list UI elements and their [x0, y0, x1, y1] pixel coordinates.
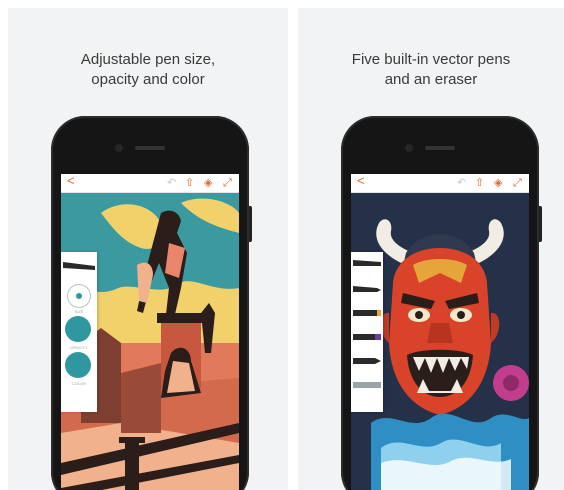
front-camera	[115, 144, 123, 152]
pen-5[interactable]	[353, 358, 381, 364]
pen-1[interactable]	[353, 260, 381, 266]
color-label: COLOR	[71, 381, 87, 386]
back-icon[interactable]: <	[67, 174, 75, 188]
pen-2[interactable]	[353, 286, 381, 292]
front-camera	[405, 144, 413, 152]
color-swatch[interactable]	[65, 352, 91, 378]
share-icon[interactable]: ⇧	[475, 176, 484, 190]
pen-picker-panel	[351, 252, 383, 412]
side-button	[249, 206, 252, 242]
pen-tip-icon	[63, 262, 95, 270]
side-button	[539, 206, 542, 242]
app-toolbar: < ↶ ⇧ ◈ ⤢	[351, 174, 529, 193]
right-caption: Five built-in vector pens and an eraser	[298, 50, 564, 90]
pen-settings-panel: SIZE OPACITY COLOR	[61, 252, 97, 412]
back-icon[interactable]: <	[357, 174, 365, 188]
app-screen-right: < ↶ ⇧ ◈ ⤢	[351, 174, 529, 490]
expand-icon[interactable]: ⤢	[223, 176, 232, 190]
left-screenshot-panel: Adjustable pen size, opacity and color <…	[8, 8, 288, 490]
pen-list	[353, 260, 381, 388]
size-slider[interactable]	[67, 284, 91, 308]
app-screen-left: < ↶ ⇧ ◈ ⤢ SIZE OPACITY COLOR	[61, 174, 239, 490]
pen-3[interactable]	[353, 310, 381, 316]
size-label: SIZE	[74, 309, 84, 314]
expand-icon[interactable]: ⤢	[513, 176, 522, 190]
layers-icon[interactable]: ◈	[494, 176, 502, 190]
caption-line-1: Adjustable pen size,	[80, 51, 216, 68]
phone-mockup-left: < ↶ ⇧ ◈ ⤢ SIZE OPACITY COLOR	[51, 116, 252, 490]
share-icon[interactable]: ⇧	[185, 176, 194, 190]
caption-line-2: and an eraser	[384, 71, 478, 88]
opacity-swatch[interactable]	[65, 316, 91, 342]
app-toolbar: < ↶ ⇧ ◈ ⤢	[61, 174, 239, 193]
eraser[interactable]	[353, 382, 381, 388]
layers-icon[interactable]: ◈	[204, 176, 212, 190]
phone-mockup-right: < ↶ ⇧ ◈ ⤢	[341, 116, 542, 490]
caption-line-2: opacity and color	[91, 71, 205, 88]
right-screenshot-panel: Five built-in vector pens and an eraser …	[298, 8, 564, 490]
opacity-label: OPACITY	[70, 345, 88, 350]
left-caption: Adjustable pen size, opacity and color	[8, 50, 288, 90]
size-indicator	[76, 293, 82, 299]
undo-icon[interactable]: ↶	[457, 176, 466, 190]
caption-line-1: Five built-in vector pens	[351, 51, 511, 68]
undo-icon[interactable]: ↶	[167, 176, 176, 190]
speaker-grille	[425, 146, 455, 150]
pen-4[interactable]	[353, 334, 381, 340]
speaker-grille	[135, 146, 165, 150]
